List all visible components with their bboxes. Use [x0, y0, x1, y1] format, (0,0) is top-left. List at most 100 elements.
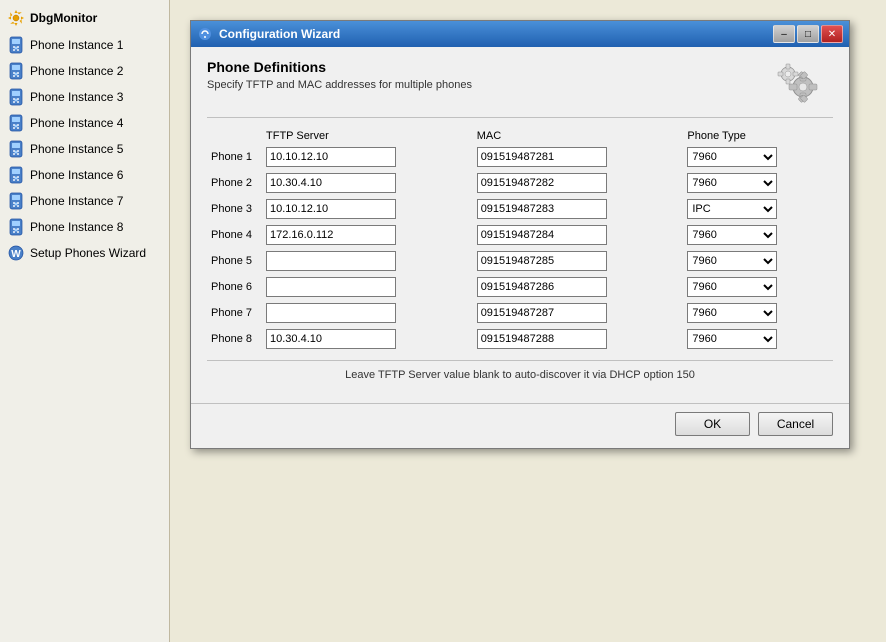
- sidebar-label-phone6: Phone Instance 6: [30, 168, 123, 182]
- title-bar-buttons: – □ ✕: [773, 25, 843, 43]
- phone-mac-input-1[interactable]: [477, 147, 607, 167]
- table-row: Phone 77960IPC79407970: [207, 300, 833, 326]
- phone-tftp-cell-5: [262, 248, 473, 274]
- phone-tftp-input-8[interactable]: [266, 329, 396, 349]
- table-row: Phone 3 7960IPC79407970: [207, 196, 833, 222]
- phone-tftp-cell-3: [262, 196, 473, 222]
- table-row: Phone 4 7960IPC79407970: [207, 222, 833, 248]
- svg-text:W: W: [11, 249, 21, 260]
- sidebar-label-phone2: Phone Instance 2: [30, 64, 123, 78]
- phone-mac-input-6[interactable]: [477, 277, 607, 297]
- phone-tftp-input-7[interactable]: [266, 303, 396, 323]
- title-bar: Configuration Wizard – □ ✕: [191, 21, 849, 47]
- dialog-header-left: Phone Definitions Specify TFTP and MAC a…: [207, 59, 472, 91]
- wizard-icon: W: [6, 243, 26, 263]
- phone-type-select-5[interactable]: 7960IPC79407970: [687, 251, 777, 271]
- phone-tftp-cell-7: [262, 300, 473, 326]
- phone-mac-input-4[interactable]: [477, 225, 607, 245]
- table-row: Phone 8 7960IPC79407970: [207, 326, 833, 352]
- close-button[interactable]: ✕: [821, 25, 843, 43]
- phone-mac-input-7[interactable]: [477, 303, 607, 323]
- phone6-icon: [6, 165, 26, 185]
- table-row: Phone 1 7960IPC79407970: [207, 144, 833, 170]
- phone-label-3: Phone 3: [207, 196, 262, 222]
- phone-tftp-input-6[interactable]: [266, 277, 396, 297]
- phone5-icon: [6, 139, 26, 159]
- phone-tftp-cell-4: [262, 222, 473, 248]
- maximize-button[interactable]: □: [797, 25, 819, 43]
- sidebar-label-phone1: Phone Instance 1: [30, 38, 123, 52]
- phone-type-select-2[interactable]: 7960IPC79407970: [687, 173, 777, 193]
- app-title: DbgMonitor: [30, 11, 97, 25]
- phone-type-select-6[interactable]: 7960IPC79407970: [687, 277, 777, 297]
- phone2-icon: [6, 61, 26, 81]
- sidebar-item-phone1[interactable]: Phone Instance 1: [0, 32, 169, 58]
- minimize-button[interactable]: –: [773, 25, 795, 43]
- sidebar-item-phone8[interactable]: Phone Instance 8: [0, 214, 169, 240]
- sidebar-item-phone3[interactable]: Phone Instance 3: [0, 84, 169, 110]
- phone-type-cell-3: 7960IPC79407970: [683, 196, 833, 222]
- ok-button[interactable]: OK: [675, 412, 750, 436]
- phone-type-cell-4: 7960IPC79407970: [683, 222, 833, 248]
- dhcp-note: Leave TFTP Server value blank to auto-di…: [207, 360, 833, 387]
- col-phonetype-header: Phone Type: [683, 128, 833, 144]
- phone-tftp-input-5[interactable]: [266, 251, 396, 271]
- phone-label-8: Phone 8: [207, 326, 262, 352]
- phone-label-4: Phone 4: [207, 222, 262, 248]
- phone-mac-input-8[interactable]: [477, 329, 607, 349]
- phone-type-cell-1: 7960IPC79407970: [683, 144, 833, 170]
- phone-type-select-7[interactable]: 7960IPC79407970: [687, 303, 777, 323]
- dialog-header-right: [773, 59, 833, 109]
- sidebar-label-phone4: Phone Instance 4: [30, 116, 123, 130]
- sidebar-item-phone5[interactable]: Phone Instance 5: [0, 136, 169, 162]
- phone-mac-input-5[interactable]: [477, 251, 607, 271]
- phone-tftp-input-3[interactable]: [266, 199, 396, 219]
- phone-tftp-input-4[interactable]: [266, 225, 396, 245]
- phone-type-select-8[interactable]: 7960IPC79407970: [687, 329, 777, 349]
- col-tftp-header: TFTP Server: [262, 128, 473, 144]
- phone-mac-cell-5: [473, 248, 684, 274]
- phone-type-select-3[interactable]: 7960IPC79407970: [687, 199, 777, 219]
- phone-type-select-1[interactable]: 7960IPC79407970: [687, 147, 777, 167]
- phone-mac-input-2[interactable]: [477, 173, 607, 193]
- phone-type-cell-8: 7960IPC79407970: [683, 326, 833, 352]
- sidebar-item-phone6[interactable]: Phone Instance 6: [0, 162, 169, 188]
- dialog-title: Configuration Wizard: [219, 27, 773, 41]
- cancel-button[interactable]: Cancel: [758, 412, 833, 436]
- phone-mac-cell-4: [473, 222, 684, 248]
- app-icon: [6, 8, 26, 28]
- phone-mac-input-3[interactable]: [477, 199, 607, 219]
- sidebar-label-phone3: Phone Instance 3: [30, 90, 123, 104]
- phone-tftp-cell-6: [262, 274, 473, 300]
- dialog-header: Phone Definitions Specify TFTP and MAC a…: [207, 59, 833, 118]
- phone-label-2: Phone 2: [207, 170, 262, 196]
- phone-label-1: Phone 1: [207, 144, 262, 170]
- dialog-icon: [197, 26, 213, 42]
- dialog-body: Phone Definitions Specify TFTP and MAC a…: [191, 47, 849, 399]
- phone-tftp-input-1[interactable]: [266, 147, 396, 167]
- phone-tftp-cell-1: [262, 144, 473, 170]
- phone3-icon: [6, 87, 26, 107]
- phone4-icon: [6, 113, 26, 133]
- sidebar-item-phone2[interactable]: Phone Instance 2: [0, 58, 169, 84]
- dialog-subtitle: Specify TFTP and MAC addresses for multi…: [207, 79, 472, 91]
- phone-tftp-input-2[interactable]: [266, 173, 396, 193]
- dialog-button-row: OK Cancel: [191, 403, 849, 448]
- phone-tftp-cell-8: [262, 326, 473, 352]
- phone-mac-cell-6: [473, 274, 684, 300]
- main-content: Configuration Wizard – □ ✕ Phone Definit…: [170, 0, 886, 642]
- sidebar-item-phone4[interactable]: Phone Instance 4: [0, 110, 169, 136]
- col-mac-header: MAC: [473, 128, 684, 144]
- sidebar-label-phone7: Phone Instance 7: [30, 194, 123, 208]
- sidebar-label-wizard: Setup Phones Wizard: [30, 246, 146, 260]
- table-row: Phone 67960IPC79407970: [207, 274, 833, 300]
- sidebar-item-wizard[interactable]: W Setup Phones Wizard: [0, 240, 169, 266]
- table-row: Phone 57960IPC79407970: [207, 248, 833, 274]
- sidebar-item-phone7[interactable]: Phone Instance 7: [0, 188, 169, 214]
- phone-tftp-cell-2: [262, 170, 473, 196]
- gear-decoration-icon: [773, 59, 833, 109]
- phone-type-cell-5: 7960IPC79407970: [683, 248, 833, 274]
- phone-type-cell-2: 7960IPC79407970: [683, 170, 833, 196]
- configuration-dialog: Configuration Wizard – □ ✕ Phone Definit…: [190, 20, 850, 449]
- phone-type-select-4[interactable]: 7960IPC79407970: [687, 225, 777, 245]
